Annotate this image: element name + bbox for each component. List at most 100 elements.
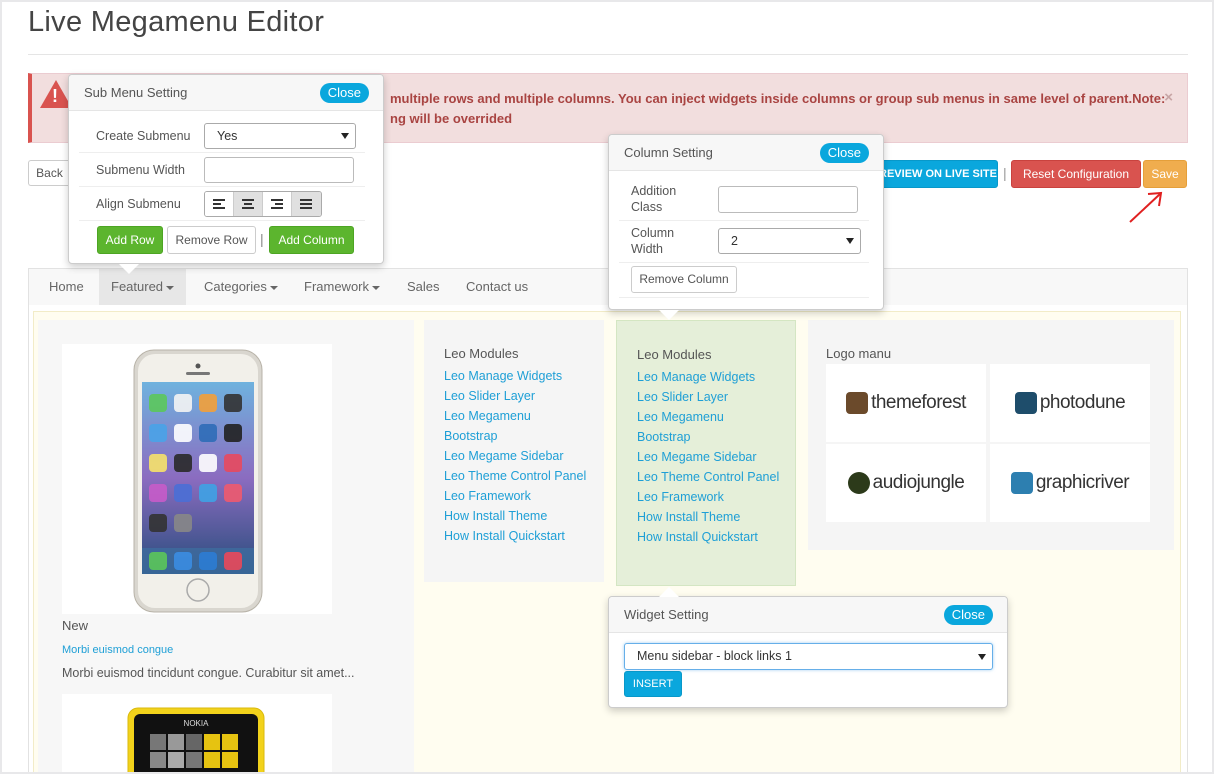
module-link[interactable]: Leo Theme Control Panel [637,467,779,487]
align-submenu-label: Align Submenu [96,197,181,211]
chevron-down-icon [372,285,381,290]
close-button[interactable]: Close [943,605,993,625]
add-column-button[interactable]: Add Column [269,226,354,254]
popup-title: Sub Menu Setting [84,85,188,100]
module-link[interactable]: Leo Manage Widgets [637,367,779,387]
align-left-icon[interactable] [205,192,234,216]
module-link[interactable]: How Install Quickstart [444,526,586,546]
nav-label: Categories [204,279,267,294]
module-link[interactable]: Bootstrap [637,427,779,447]
graphicriver-logo[interactable]: graphicriver [990,444,1150,522]
module-link[interactable]: Leo Megame Sidebar [637,447,779,467]
preview-live-site-button[interactable]: REVIEW ON LIVE SITE [878,160,998,188]
addition-class-input[interactable] [718,186,858,213]
column-width-select[interactable]: 2 [718,228,861,254]
megamenu-column-product[interactable]: New Morbi euismod congue Morbi euismod t… [38,320,414,772]
nav-label: Sales [407,279,440,294]
module-link[interactable]: Leo Theme Control Panel [444,466,586,486]
widget-setting-popup: Widget Setting Close Menu sidebar - bloc… [608,587,1008,708]
module-link[interactable]: Leo Manage Widgets [444,366,586,386]
submenu-width-input[interactable] [204,157,354,183]
megamenu-column-selected[interactable]: Leo Modules Leo Manage Widgets Leo Slide… [616,320,796,586]
module-link[interactable]: Leo Megamenu [444,406,586,426]
widget-select[interactable]: Menu sidebar - block links 1 [624,643,993,670]
module-link[interactable]: Leo Slider Layer [637,387,779,407]
popup-header: Sub Menu Setting Close [69,75,383,111]
logo-grid: themeforest photodune audiojungle graphi… [826,364,1150,524]
create-submenu-select[interactable]: Yes [204,123,356,149]
megamenu-row: New Morbi euismod congue Morbi euismod t… [33,311,1181,772]
logo-section-title: Logo manu [826,346,892,361]
nav-item-contact-us[interactable]: Contact us [454,269,540,305]
close-button[interactable]: Close [819,143,869,163]
back-button[interactable]: Back [28,160,70,186]
insert-button[interactable]: INSERT [624,671,682,697]
module-link[interactable]: Leo Slider Layer [444,386,586,406]
label-line: Column [631,226,675,240]
module-link[interactable]: Bootstrap [444,426,586,446]
nav-item-home[interactable]: Home [37,269,96,305]
column-heading: Leo Modules [637,347,712,362]
photodune-logo[interactable]: photodune [990,364,1150,442]
nav-item-framework[interactable]: Framework [292,269,392,305]
themeforest-logo[interactable]: themeforest [826,364,986,442]
align-submenu-row: Align Submenu [79,187,365,221]
module-link[interactable]: Leo Framework [637,487,779,507]
align-right-icon[interactable] [263,192,292,216]
popup-pointer [659,587,679,597]
megamenu-column-modules[interactable]: Leo Modules Leo Manage Widgets Leo Slide… [424,320,604,582]
audiojungle-logo[interactable]: audiojungle [826,444,986,522]
module-link[interactable]: Leo Megamenu [637,407,779,427]
divider [619,297,869,298]
select-value: 2 [731,234,738,248]
alert-text-line1: multiple rows and multiple columns. You … [390,91,1166,106]
save-button[interactable]: Save [1143,160,1187,188]
page-title: Live Megamenu Editor [28,6,325,38]
product-title-link[interactable]: Morbi euismod congue [62,644,173,656]
chevron-down-icon [269,285,278,290]
chevron-down-icon [846,238,854,244]
module-link-list: Leo Manage Widgets Leo Slider Layer Leo … [444,366,586,546]
chevron-down-icon [166,285,175,290]
iphone-product-image [62,344,332,614]
themeforest-icon [846,392,869,414]
module-link[interactable]: Leo Megame Sidebar [444,446,586,466]
logo-label: graphicriver [1035,472,1130,493]
add-row-button[interactable]: Add Row [97,226,163,254]
megamenu-column-logos[interactable]: Logo manu themeforest photodune audiojun… [808,320,1174,550]
module-link[interactable]: Leo Framework [444,486,586,506]
module-link[interactable]: How Install Quickstart [637,527,779,547]
column-heading: Leo Modules [444,346,519,361]
button-separator: | [260,231,264,247]
submenu-setting-popup: Sub Menu Setting Close Create Submenu Ye… [68,74,384,274]
nav-item-sales[interactable]: Sales [395,269,452,305]
alert-close-icon[interactable]: × [1164,89,1173,106]
remove-column-button[interactable]: Remove Column [631,266,737,293]
submenu-width-row: Submenu Width [79,153,365,187]
nav-item-featured[interactable]: Featured [99,269,187,305]
create-submenu-label: Create Submenu [96,129,191,143]
addition-class-row: Addition Class [619,179,869,221]
nokia-product-image: NOKIA [62,694,332,772]
nav-label: Home [49,279,84,294]
column-width-label: Column Width [631,225,674,257]
module-link[interactable]: How Install Theme [444,506,586,526]
graphicriver-icon [1010,472,1033,494]
photodune-icon [1014,392,1037,414]
align-justify-icon[interactable] [292,192,321,216]
popup-pointer [659,310,679,320]
popup-header: Widget Setting Close [609,597,1007,633]
remove-row-button[interactable]: Remove Row [167,226,256,254]
app-frame: Live Megamenu Editor multiple rows and m… [2,2,1212,772]
close-button[interactable]: Close [319,83,369,103]
select-value: Menu sidebar - block links 1 [637,649,792,663]
audiojungle-icon [847,472,870,494]
logo-label: photodune [1039,392,1126,413]
module-link[interactable]: How Install Theme [637,507,779,527]
nav-item-categories[interactable]: Categories [192,269,290,305]
label-line: Class [631,200,663,214]
nav-label: Framework [304,279,370,294]
alert-text-line2: ng will be overrided [390,111,513,126]
reset-configuration-button[interactable]: Reset Configuration [1011,160,1141,188]
align-center-icon[interactable] [234,192,263,216]
